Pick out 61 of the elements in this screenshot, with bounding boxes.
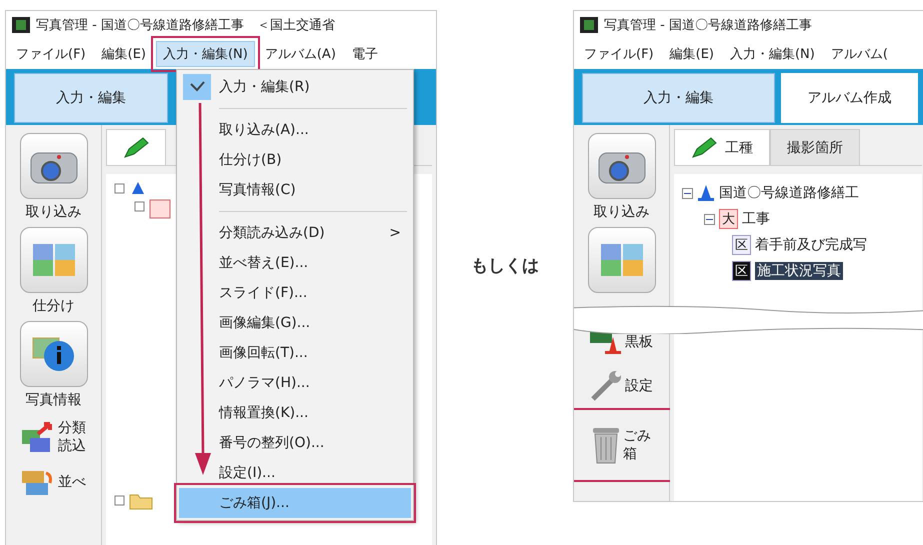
tool-label: 並べ xyxy=(58,473,87,492)
menu-item[interactable]: 入力・編集(N) xyxy=(724,42,821,66)
menu-item[interactable]: 編集(E) xyxy=(96,42,152,66)
tool-label: 取り込み xyxy=(26,203,82,221)
window-title: 写真管理 - 国道〇号線道路修繕工事 ＜国土交通省 xyxy=(36,17,335,34)
tool-label: 写真情報 xyxy=(26,391,82,409)
mode-tab[interactable]: アルバム作成 xyxy=(781,73,918,123)
tree-node-label[interactable]: 着手前及び完成写 xyxy=(755,236,867,254)
menu-item[interactable]: 電子 xyxy=(346,42,384,66)
pencil-icon xyxy=(123,136,149,158)
menu-item[interactable]: 仕分け(B) xyxy=(179,145,411,175)
tool-label: 取り込み xyxy=(594,203,650,221)
panel-tab[interactable]: 撮影箇所 xyxy=(770,129,860,165)
category-badge: 区 xyxy=(732,235,751,255)
menu-item[interactable]: 写真情報(C) xyxy=(179,175,411,205)
window-title: 写真管理 - 国道〇号線道路修繕工事 xyxy=(604,17,812,34)
tool-label: 設定 xyxy=(624,376,654,396)
panel-tab[interactable] xyxy=(106,129,166,165)
menu-item[interactable]: ファイル(F) xyxy=(578,42,660,66)
menu-item[interactable]: スライド(F)... xyxy=(179,278,411,308)
menu-item[interactable]: ごみ箱(J)... xyxy=(179,488,411,518)
menu-item[interactable]: 画像回転(T)... xyxy=(179,338,411,368)
mode-tab[interactable]: 入力・編集 xyxy=(582,73,776,123)
expand-toggle[interactable] xyxy=(682,188,693,198)
category-badge: 区 xyxy=(732,261,751,281)
checkmark-icon xyxy=(183,74,211,100)
menu-item[interactable]: 取り込み(A)... xyxy=(179,115,411,145)
panel-tab[interactable]: 工種 xyxy=(674,129,770,165)
tool-label: 分類読込 xyxy=(58,419,87,456)
menu-item[interactable]: 分類読み込み(D) > xyxy=(179,218,411,248)
tree-node-label[interactable]: 国道〇号線道路修繕工 xyxy=(719,184,859,202)
category-badge: 大 xyxy=(719,209,738,229)
menu-item[interactable]: 編集(E) xyxy=(664,42,720,66)
menu-item[interactable]: 入力・編集(R) xyxy=(179,72,411,102)
menu-item[interactable]: 設定(I)... xyxy=(179,458,411,488)
info-tool-button[interactable] xyxy=(20,321,88,387)
menu-item[interactable]: 画像編集(G)... xyxy=(179,308,411,338)
menu-item[interactable]: アルバム( xyxy=(824,42,894,66)
menu-item[interactable]: ファイル(F) xyxy=(10,42,92,66)
menu-item[interactable]: 並べ替え(E)... xyxy=(179,248,411,278)
tool-label: 仕分け xyxy=(32,297,74,315)
mode-tab[interactable]: 入力・編集 xyxy=(14,73,168,123)
menu-item[interactable]: 情報置換(K)... xyxy=(179,398,411,428)
tool-label: 黒板 xyxy=(624,332,654,352)
trash-can-icon xyxy=(590,425,621,465)
menu-item[interactable]: パノラマ(H)... xyxy=(179,368,411,398)
menu-item[interactable]: アルバム(A) xyxy=(258,42,342,66)
film-icon xyxy=(12,17,30,33)
camera-tool-button[interactable] xyxy=(20,133,88,199)
tree-node-label[interactable]: 工事 xyxy=(742,210,770,228)
expand-toggle[interactable] xyxy=(704,214,715,224)
wrench-icon xyxy=(588,369,623,403)
camera-tool-button[interactable] xyxy=(588,133,656,199)
folder-icon xyxy=(114,492,154,510)
traffic-cone-icon xyxy=(697,184,715,202)
pencil-icon xyxy=(691,136,717,158)
tool-label: ごみ箱 xyxy=(622,426,652,464)
connector-text: もしくは xyxy=(471,255,539,277)
tree-node-label[interactable]: 施工状況写真 xyxy=(755,262,843,280)
menu-item[interactable]: 番号の整列(O)... xyxy=(179,428,411,458)
film-icon xyxy=(580,17,598,33)
